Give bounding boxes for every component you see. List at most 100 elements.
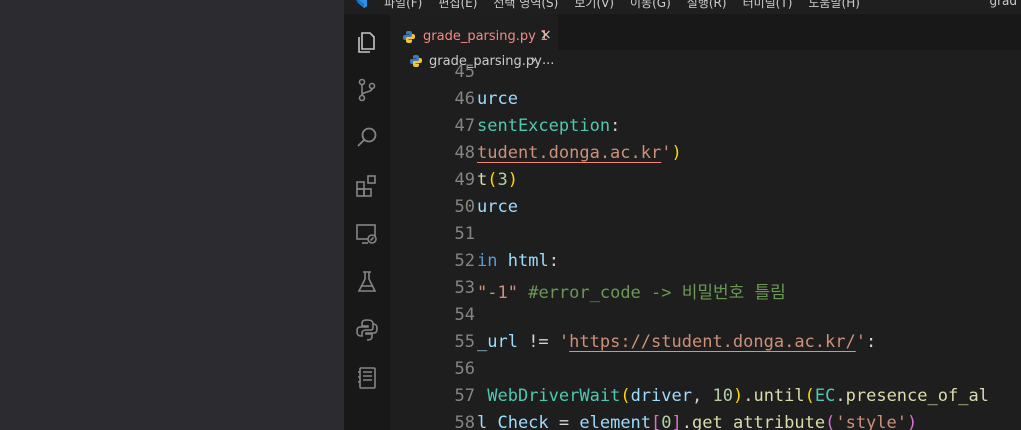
code-line: 57 WebDriverWait(driver, 10).until(EC.pr… [390, 386, 1021, 413]
code-token: ' [855, 332, 866, 352]
code-token: ) [732, 386, 744, 406]
menu-item[interactable]: 편집(E) [438, 0, 477, 10]
code-line: 54 [390, 305, 1021, 332]
code-token: driver [630, 386, 692, 406]
code-token: ) [671, 143, 682, 163]
line-text: _url != 'https://student.donga.ac.kr/': [477, 332, 876, 352]
menu-item[interactable]: 터미널(T) [743, 0, 793, 10]
menu-item[interactable]: 선택 영역(S) [493, 0, 558, 10]
code-editor[interactable]: 45 46 urce 47 sentException: 48 tudent.donga.a… [390, 62, 1021, 430]
line-number: 46 [454, 89, 475, 109]
line-text: "-1" #error_code -> 비밀번호 틀림 [477, 278, 786, 303]
menu-item[interactable]: 실행(R) [687, 0, 727, 10]
notebook-icon[interactable] [353, 364, 381, 392]
code-token: in [477, 251, 498, 271]
line-number: 49 [454, 170, 475, 190]
window-title: grad [989, 0, 1017, 8]
code-token: ( [804, 386, 815, 406]
source-control-icon[interactable] [353, 76, 381, 104]
line-number: 51 [454, 224, 475, 244]
code-token: 10 [712, 386, 733, 406]
code-token: ' [558, 332, 570, 352]
code-token: = [548, 413, 580, 430]
code-token: 3 [497, 170, 508, 190]
line-number: 52 [454, 251, 475, 271]
code-token: 'style' [835, 413, 907, 430]
code-token: element [579, 413, 652, 430]
code-token: [ [651, 413, 662, 430]
testing-icon[interactable] [353, 268, 381, 296]
menu-bar: 파일(F) 편집(E) 선택 영역(S) 보기(V) 이동(G) 실행(R) 터미널(T) 도… [344, 0, 1021, 14]
line-number: 50 [454, 197, 475, 217]
close-icon[interactable]: × [540, 27, 552, 43]
line-number: 47 [454, 116, 475, 136]
code-token: : [548, 251, 559, 271]
code-token: html [507, 251, 549, 271]
code-token: until [753, 386, 805, 406]
code-token: get_attribute [692, 413, 826, 430]
code-line: 56 [390, 359, 1021, 386]
search-icon[interactable] [353, 124, 381, 152]
line-number: 56 [454, 359, 475, 379]
menu-item[interactable]: 파일(F) [384, 0, 422, 10]
remote-explorer-icon[interactable] [353, 220, 381, 248]
code-token: #error_code -> 비밀번호 틀림 [528, 283, 786, 303]
code-token: sentException [477, 116, 611, 136]
code-line: 48 tudent.donga.ac.kr') [390, 143, 1021, 170]
code-token: . [681, 413, 693, 430]
vscode-window: 파일(F) 편집(E) 선택 영역(S) 보기(V) 이동(G) 실행(R) 터미널(T) 도… [344, 0, 1021, 430]
line-text: urce [477, 197, 518, 217]
line-number: 54 [454, 305, 475, 325]
tab-grade-parsing[interactable]: grade_parsing.py 1 × [390, 14, 558, 51]
code-token: EC [814, 386, 836, 406]
code-line: 49 t(3) [390, 170, 1021, 197]
code-token: urce [477, 89, 518, 109]
extensions-icon[interactable] [353, 172, 381, 200]
menu-item[interactable]: 도움말(H) [808, 0, 860, 10]
tab-label: grade_parsing.py 1 [423, 29, 549, 44]
code-token: l_Check [477, 413, 549, 430]
activity-bar [344, 14, 390, 430]
line-text: tudent.donga.ac.kr') [477, 143, 682, 163]
line-number: 48 [454, 143, 475, 163]
code-line: 51 [390, 224, 1021, 251]
code-token: ( [487, 170, 498, 190]
background-window [0, 0, 344, 430]
line-number: 55 [454, 332, 475, 352]
code-line: 52 in html: [390, 251, 1021, 278]
python-file-icon [402, 29, 416, 48]
line-text: WebDriverWait(driver, 10).until(EC.prese… [477, 386, 989, 406]
menu-items: 파일(F) 편집(E) 선택 영역(S) 보기(V) 이동(G) 실행(R) 터미널(T) 도… [384, 0, 876, 11]
code-token: presence_of_al [845, 386, 989, 406]
code-token: . [743, 386, 754, 406]
code-token: 0 [661, 413, 672, 430]
code-line: 53 "-1" #error_code -> 비밀번호 틀림 [390, 278, 1021, 305]
menu-item[interactable]: 이동(G) [630, 0, 671, 10]
line-number: 57 [454, 386, 475, 406]
vscode-logo-icon [354, 0, 370, 9]
code-line: 55 _url != 'https://student.donga.ac.kr/'… [390, 332, 1021, 359]
code-token: . [835, 386, 846, 406]
line-number: 45 [454, 62, 475, 82]
code-token: : [610, 116, 621, 136]
code-line: 50 urce [390, 197, 1021, 224]
code-token: ) [507, 170, 518, 190]
code-token: ( [825, 413, 836, 430]
code-line: 46 urce [390, 89, 1021, 116]
code-token: ( [620, 386, 631, 406]
explorer-icon[interactable] [353, 28, 381, 56]
code-line: 45 [390, 62, 1021, 89]
code-token: , [691, 386, 713, 406]
code-token: ' [661, 143, 672, 163]
code-token: t [477, 170, 488, 190]
line-text: t(3) [477, 170, 518, 190]
error-token: tudent.donga.ac.kr [477, 143, 662, 163]
menu-item[interactable]: 보기(V) [574, 0, 614, 10]
python-icon[interactable] [353, 316, 381, 344]
line-number: 53 [454, 278, 475, 298]
code-token: urce [477, 197, 518, 217]
code-line: 47 sentException: [390, 116, 1021, 143]
